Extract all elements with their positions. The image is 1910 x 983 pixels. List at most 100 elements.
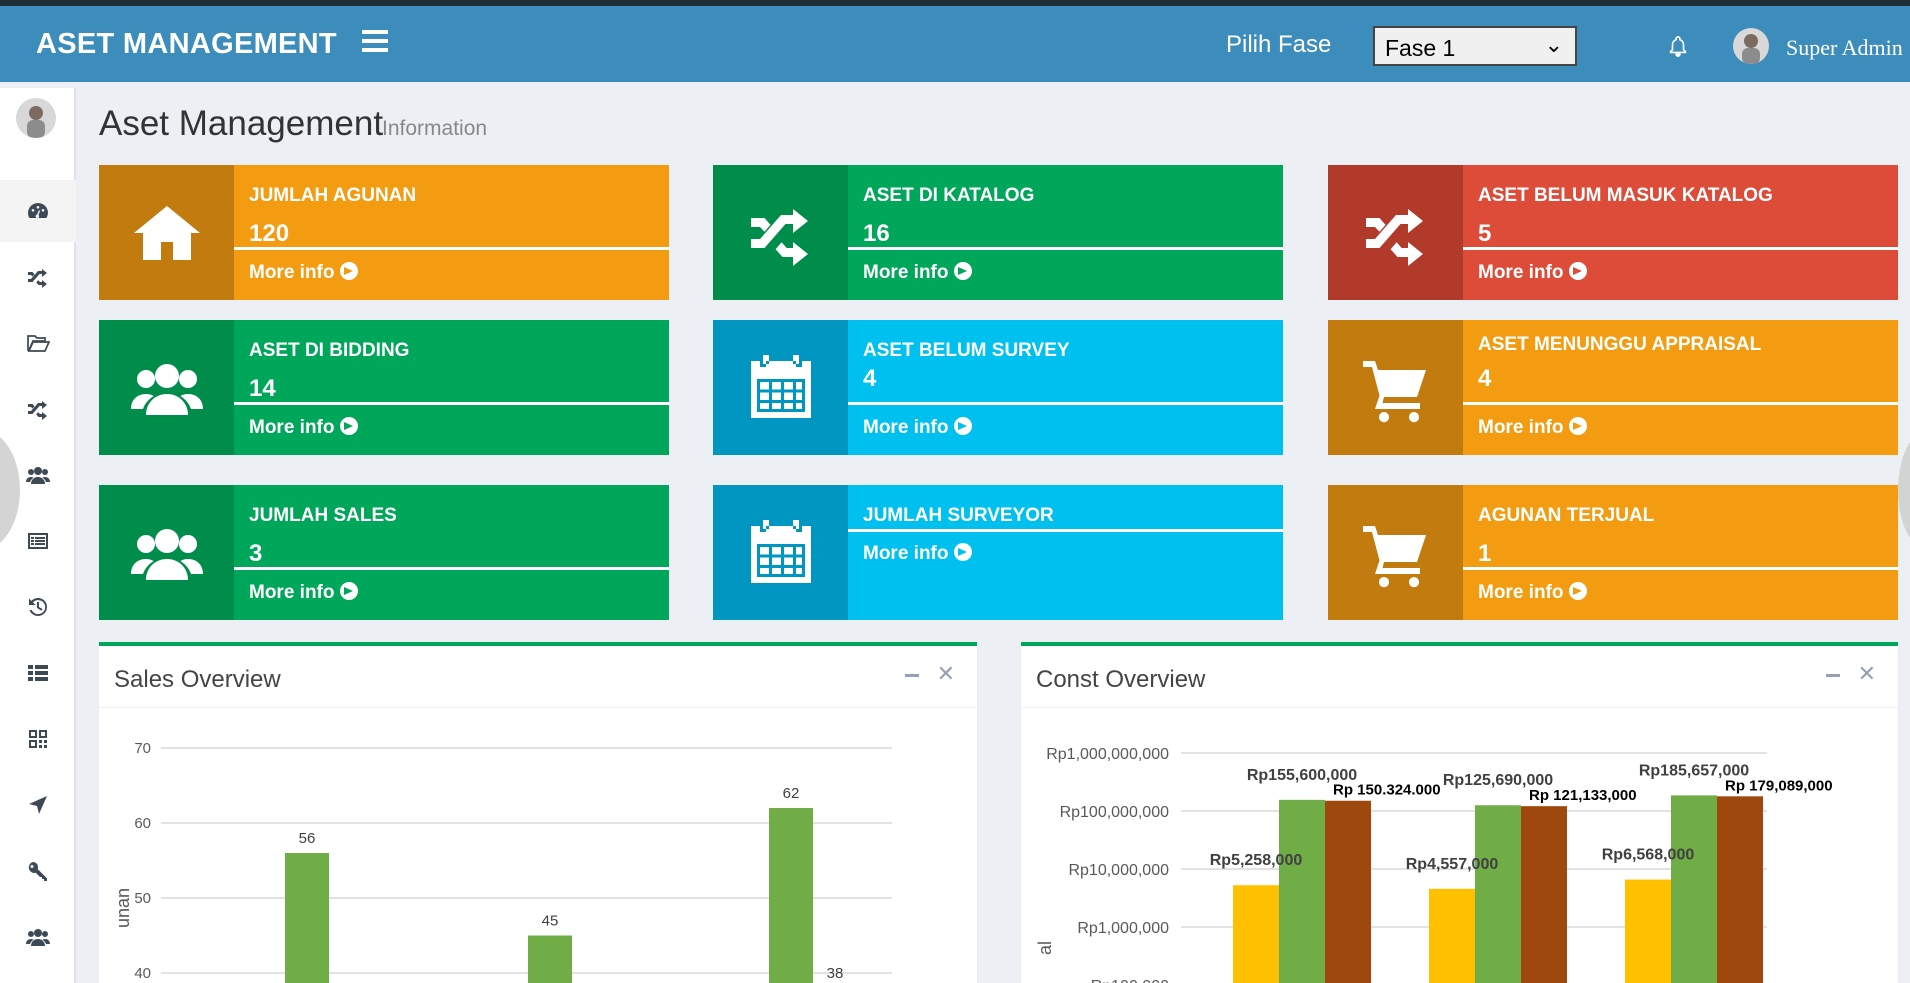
sidebar-item-key[interactable]	[0, 840, 76, 902]
data-label: Rp 150.324.000	[1333, 782, 1441, 799]
more-info-link[interactable]: More info	[249, 262, 358, 284]
info-box-jumlah-surveyor[interactable]: JUMLAH SURVEYOR More info	[713, 485, 1283, 620]
minus-icon[interactable]	[1826, 674, 1840, 677]
box-value: 4	[863, 365, 877, 392]
box-title: ASET MENUNGGU APPRAISAL	[1478, 334, 1762, 355]
more-info-link[interactable]: More info	[1478, 417, 1587, 439]
y-tick-label: Rp100,000	[1091, 978, 1169, 983]
cart-icon	[1362, 525, 1426, 587]
y-tick-label: 70	[134, 740, 151, 757]
y-tick-label: 40	[134, 965, 151, 982]
more-info-link[interactable]: More info	[249, 417, 358, 439]
sidebar-item-qrcode[interactable]	[0, 708, 76, 770]
sidebar-item-users-2[interactable]	[0, 906, 76, 968]
box-title: ASET BELUM MASUK KATALOG	[1478, 185, 1773, 206]
more-info-link[interactable]: More info	[1478, 262, 1587, 284]
dashboard-icon	[28, 203, 48, 219]
user-name[interactable]: Super Admin	[1786, 35, 1903, 61]
more-info-link[interactable]: More info	[1478, 582, 1587, 604]
calendar-icon	[750, 354, 811, 418]
box-title: ASET DI KATALOG	[863, 185, 1035, 206]
sidebar-item-history[interactable]	[0, 576, 76, 638]
sidebar-item-location[interactable]	[0, 774, 76, 836]
close-icon[interactable]: ✕	[1858, 662, 1876, 687]
data-label: Rp 179,089,000	[1725, 777, 1833, 794]
info-box-jumlah-agunan[interactable]: JUMLAH AGUNAN 120 More info	[99, 165, 669, 300]
folder-open-icon	[27, 335, 50, 352]
box-title: ASET BELUM SURVEY	[863, 340, 1070, 361]
info-box-aset-belum-survey[interactable]: ASET BELUM SURVEY 4 More info	[713, 320, 1283, 455]
users-icon	[26, 467, 50, 484]
const-overview-panel: Const Overview ✕ Rp1,000,000,000 Rp100,00…	[1021, 642, 1898, 983]
close-icon[interactable]: ✕	[937, 662, 955, 687]
box-title: JUMLAH AGUNAN	[249, 185, 417, 206]
more-info-label: More info	[249, 262, 335, 283]
random-icon	[28, 401, 47, 420]
more-info-label: More info	[863, 417, 949, 438]
info-box-jumlah-sales[interactable]: JUMLAH SALES 3 More info	[99, 485, 669, 620]
more-info-link[interactable]: More info	[863, 543, 972, 565]
sidebar-item-random[interactable]	[0, 246, 76, 308]
fase-select-value: Fase 1	[1385, 35, 1456, 61]
box-value: 5	[1478, 220, 1492, 247]
th-list-icon	[28, 665, 48, 681]
bar	[1521, 806, 1567, 983]
info-box-aset-di-bidding[interactable]: ASET DI BIDDING 14 More info	[99, 320, 669, 455]
sidebar-item-th-list[interactable]	[0, 642, 76, 704]
y-tick-label: Rp100,000,000	[1060, 804, 1170, 821]
box-value: 3	[249, 540, 263, 567]
users-icon	[130, 363, 203, 415]
bar	[1233, 885, 1279, 983]
arrow-circle-right-icon	[953, 417, 972, 435]
panel-title: Sales Overview	[114, 666, 281, 693]
page-subtitle: Information	[382, 117, 488, 140]
users-icon	[130, 528, 203, 580]
brand-logo[interactable]: ASET MANAGEMENT	[36, 28, 337, 61]
info-box-agunan-terjual[interactable]: AGUNAN TERJUAL 1 More info	[1328, 485, 1898, 620]
scroll-hint-right[interactable]	[1898, 430, 1910, 550]
info-box-aset-di-katalog[interactable]: ASET DI KATALOG 16 More info	[713, 165, 1283, 300]
y-axis-label: al	[1035, 941, 1055, 955]
info-box-aset-belum-masuk-katalog[interactable]: ASET BELUM MASUK KATALOG 5 More info	[1328, 165, 1898, 300]
cart-icon	[1362, 360, 1426, 422]
box-value: 14	[249, 375, 276, 402]
sidebar-item-random-2[interactable]	[0, 378, 76, 440]
bar	[1475, 805, 1521, 983]
arrow-circle-right-icon	[339, 582, 358, 600]
y-tick-label: Rp10,000,000	[1068, 862, 1169, 879]
more-info-link[interactable]: More info	[249, 582, 358, 604]
bell-icon[interactable]	[1667, 34, 1689, 58]
box-title: JUMLAH SALES	[249, 505, 397, 526]
y-tick-label: Rp1,000,000,000	[1046, 746, 1169, 763]
menu-toggle-icon[interactable]	[362, 30, 388, 52]
data-label: 56	[299, 830, 316, 847]
more-info-link[interactable]: More info	[863, 262, 972, 284]
panel-header: Sales Overview ✕	[99, 646, 977, 708]
arrow-circle-right-icon	[1568, 582, 1587, 600]
arrow-circle-right-icon	[953, 262, 972, 280]
fase-select[interactable]: Fase 1 ⌄	[1373, 26, 1577, 66]
random-icon	[750, 208, 808, 266]
box-value: 16	[863, 220, 890, 247]
y-tick-label: Rp1,000,000	[1077, 920, 1169, 937]
box-title: ASET DI BIDDING	[249, 340, 410, 361]
sidebar-item-folder[interactable]	[0, 312, 76, 374]
sales-chart: 40506070unan5635456238	[113, 740, 892, 983]
qrcode-icon	[29, 730, 47, 748]
fase-label: Pilih Fase	[1226, 31, 1332, 58]
box-title: AGUNAN TERJUAL	[1478, 505, 1655, 526]
info-box-aset-menunggu-appraisal[interactable]: ASET MENUNGGU APPRAISAL 4 More info	[1328, 320, 1898, 455]
y-tick-label: 60	[134, 815, 151, 832]
key-icon	[28, 862, 47, 881]
sales-overview-panel: Sales Overview ✕ 40506070unan5635456238	[99, 642, 977, 983]
bar	[769, 808, 813, 983]
bar	[1429, 888, 1475, 983]
arrow-circle-right-icon	[953, 543, 972, 561]
sidebar-item-dashboard[interactable]	[0, 180, 76, 242]
box-title: JUMLAH SURVEYOR	[863, 505, 1054, 526]
more-info-link[interactable]: More info	[863, 417, 972, 439]
sidebar-avatar	[16, 98, 56, 138]
minus-icon[interactable]	[905, 674, 919, 677]
random-icon	[1365, 208, 1423, 266]
avatar[interactable]	[1733, 28, 1769, 64]
